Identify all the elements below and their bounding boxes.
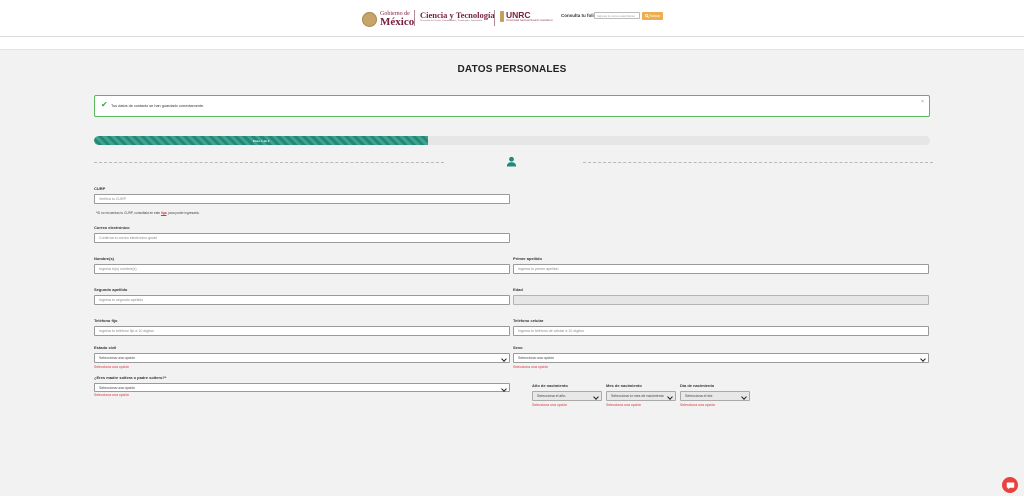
sexo-selected: Selecciona una opción (518, 356, 555, 360)
ciencia-tecnologia-logo[interactable]: Ciencia y Tecnología Secretaría de Cienc… (420, 10, 495, 23)
madre-padre-error: Selecciona una opción (94, 393, 130, 397)
logo-divider (494, 10, 495, 26)
madre-padre-label: ¿Eres madre soltera o padre soltero?* (94, 375, 167, 380)
curp-input[interactable]: Verifica tu CURP (94, 194, 510, 204)
estado-civil-select[interactable]: Selecciona una opción (94, 353, 510, 363)
unrc-mark-icon (500, 11, 504, 23)
primer-apellido-input[interactable]: Ingresa tu primer apellido (513, 264, 929, 274)
anio-nacimiento-error: Selecciona una opción (532, 403, 568, 407)
anio-nacimiento-label: Año de nacimiento (532, 383, 568, 388)
anio-nacimiento-selected: Selecciona el año (537, 394, 566, 398)
chevron-down-icon (741, 394, 747, 400)
email-confirm-input[interactable]: Confirma tu correo electrónico gmail (94, 233, 510, 243)
gobierno-mexico-text: Gobierno de México (380, 11, 414, 28)
nombre-label: Nombre(s) (94, 256, 115, 261)
mes-nacimiento-error: Selecciona una opción (606, 403, 642, 407)
mexico-text: México (380, 15, 415, 28)
telefono-celular-label: Teléfono celular (513, 318, 544, 323)
curp-note: *Si no recuerdas tu CURP, consúltala en … (96, 211, 199, 215)
step-divider-right (583, 162, 933, 163)
check-icon: ✔ (101, 100, 108, 109)
folio-search-button-label: Buscar (649, 14, 661, 18)
chevron-down-icon (667, 394, 673, 400)
curp-note-tail: , para poder ingresarla. (166, 211, 200, 215)
sexo-label: Sexo (513, 345, 523, 350)
header-strip (0, 37, 1024, 50)
search-icon (644, 14, 649, 18)
chat-button[interactable] (1002, 477, 1018, 493)
logo-divider (414, 10, 415, 26)
ciencia-tecnologia-subtitle: Secretaría de Ciencia, Humanidades, Tecn… (420, 19, 483, 23)
sexo-error: Selecciona una opción (513, 365, 549, 369)
alert-close-button[interactable]: × (921, 99, 924, 105)
progress-label: Paso 1 de 2 (252, 138, 270, 143)
telefono-celular-input[interactable]: Ingresa tu teléfono de celular a 10 dígi… (513, 326, 929, 336)
sexo-select[interactable]: Selecciona una opción (513, 353, 929, 363)
chevron-down-icon (501, 356, 507, 362)
nombre-input[interactable]: Ingresa tu(s) nombre(s) (94, 264, 510, 274)
folio-search-button[interactable]: Buscar (642, 12, 663, 20)
estado-civil-selected: Selecciona una opción (99, 356, 136, 360)
progress-bar: Paso 1 de 2 (94, 136, 930, 145)
mes-nacimiento-selected: Selecciona tu mes de nacimiento (611, 394, 664, 398)
edad-input (513, 295, 929, 305)
top-header: Gobierno de México Ciencia y Tecnología … (0, 0, 1024, 37)
progress-bar-fill: Paso 1 de 2 (94, 136, 429, 145)
folio-search-input[interactable]: Ingresa tu correo electrónico (594, 12, 640, 19)
mes-nacimiento-label: Mes de nacimiento (606, 383, 642, 388)
success-alert: ✔ Tus datos de contacto se han guardado … (94, 95, 930, 117)
estado-civil-error: Selecciona una opción (94, 365, 130, 369)
email-label: Correo electrónico (94, 225, 130, 230)
dia-nacimiento-error: Selecciona una opción (680, 403, 716, 407)
seal-icon (362, 11, 377, 27)
segundo-apellido-label: Segundo apellido (94, 287, 128, 292)
primer-apellido-label: Primer apellido (513, 256, 542, 261)
dia-nacimiento-select[interactable]: Selecciona el día (680, 391, 750, 401)
dia-nacimiento-selected: Selecciona el día (685, 394, 713, 398)
user-icon (506, 156, 517, 167)
estado-civil-label: Estado civil (94, 345, 117, 350)
folio-label: Consulta tu folio (561, 13, 597, 18)
madre-padre-selected: Selecciona una opción (99, 386, 136, 390)
mes-nacimiento-select[interactable]: Selecciona tu mes de nacimiento (606, 391, 676, 401)
gobierno-mexico-logo[interactable]: Gobierno de México (362, 10, 414, 28)
edad-label: Edad (513, 287, 523, 292)
anio-nacimiento-select[interactable]: Selecciona el año (532, 391, 602, 401)
telefono-fijo-input[interactable]: Ingresa tu teléfono fijo a 10 dígitos (94, 326, 510, 336)
chevron-down-icon (920, 356, 926, 362)
page-title: DATOS PERSONALES (457, 64, 567, 75)
curp-note-text: *Si no recuerdas tu CURP, consúltala en … (96, 211, 161, 215)
madre-padre-select[interactable]: Selecciona una opción (94, 383, 510, 392)
alert-message: Tus datos de contacto se han guardado co… (111, 104, 205, 108)
unrc-logo[interactable]: UNRC Universidad Nacional Rosario Castel… (500, 11, 553, 23)
chevron-down-icon (593, 394, 599, 400)
step-divider-left (94, 162, 444, 163)
segundo-apellido-input[interactable]: Ingresa tu segundo apellido (94, 295, 510, 305)
telefono-fijo-label: Teléfono fijo (94, 318, 118, 323)
chat-icon (1006, 482, 1014, 489)
dia-nacimiento-label: Día de nacimiento (680, 383, 715, 388)
curp-label: CURP (94, 186, 106, 191)
chevron-down-icon (501, 386, 507, 392)
unrc-subtitle: Universidad Nacional Rosario Castellanos (506, 18, 553, 22)
